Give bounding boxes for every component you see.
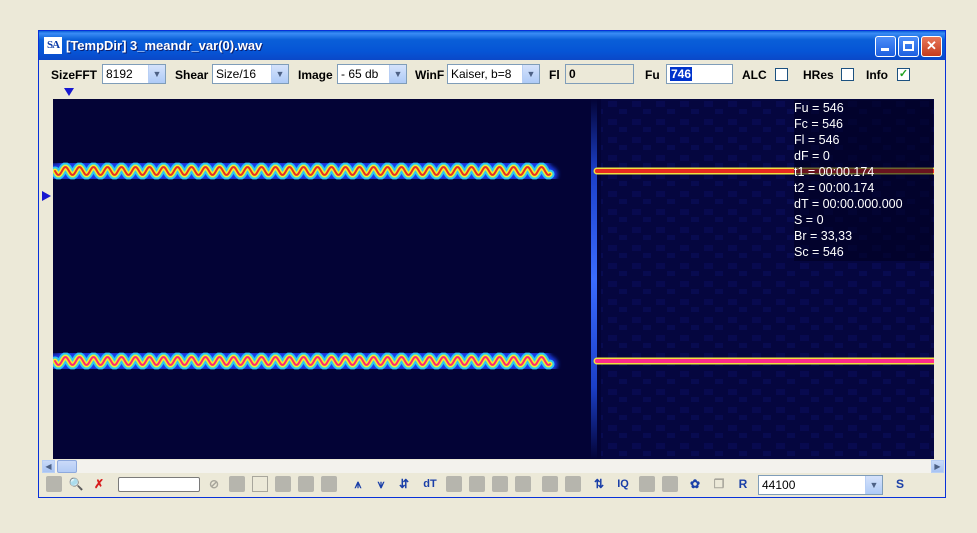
fl-field[interactable]: 0 [565, 64, 634, 84]
settings-toolbar: SizeFFT 8192 ▼ Shear Size/16 ▼ Image - 6… [42, 62, 942, 88]
info-br: Br = 33,33 [794, 229, 853, 243]
dt-button[interactable]: dT [420, 476, 440, 492]
info-sc: Sc = 546 [794, 245, 844, 259]
progress-bar [118, 477, 200, 492]
window-title: [TempDir] 3_meandr_var(0).wav [66, 38, 263, 53]
winf-label: WinF [415, 68, 445, 82]
expand-up-icon[interactable]: ⩚ [350, 476, 366, 492]
check-icon: ✓ [898, 68, 909, 80]
info-s: S = 0 [794, 213, 824, 227]
chevron-down-icon[interactable]: ▼ [865, 476, 882, 494]
info-panel: Fu = 546 Fc = 546 Fl = 546 dF = 0 t1 = 0… [794, 100, 933, 261]
close-icon: ✕ [926, 38, 937, 53]
fl-label: Fl [549, 68, 560, 82]
copy-icon[interactable]: ❐ [711, 476, 727, 492]
winf-select[interactable]: Kaiser, b=8 ▼ [447, 64, 540, 84]
app-icon[interactable]: SA [44, 37, 62, 54]
alc-checkbox[interactable] [775, 68, 788, 81]
info-dt: dT = 00:00.000.000 [794, 197, 903, 211]
swap-icon[interactable]: ⇅ [591, 476, 607, 492]
image-label: Image [298, 68, 333, 82]
image-select[interactable]: - 65 db ▼ [337, 64, 407, 84]
winf-value: Kaiser, b=8 [451, 67, 512, 81]
fl-value: 0 [569, 67, 576, 81]
tool-icon[interactable] [662, 476, 678, 492]
tool-icon[interactable] [515, 476, 531, 492]
signal-lower [53, 349, 934, 373]
close-button[interactable]: ✕ [921, 36, 942, 57]
horizontal-scrollbar[interactable]: ◀ ▶ [42, 460, 944, 473]
info-t2: t2 = 00:00.174 [794, 181, 875, 195]
tool-icon[interactable] [298, 476, 314, 492]
tool-icon[interactable] [321, 476, 337, 492]
minimize-icon [881, 48, 889, 51]
alc-label: ALC [742, 68, 767, 82]
shear-value: Size/16 [216, 67, 257, 81]
zoom-icon[interactable]: 🔍 [68, 476, 84, 492]
main-window: SA [TempDir] 3_meandr_var(0).wav ✕ SizeF… [38, 30, 946, 498]
transient-spike [591, 99, 597, 459]
fu-field[interactable]: 746 [666, 64, 733, 84]
iq-button[interactable]: IQ [614, 476, 632, 492]
info-fl: Fl = 546 [794, 133, 840, 147]
tool-icon[interactable] [542, 476, 558, 492]
chevron-down-icon[interactable]: ▼ [389, 65, 406, 83]
tool-icon[interactable] [229, 476, 245, 492]
tool-icon[interactable] [639, 476, 655, 492]
minimize-button[interactable] [875, 36, 896, 57]
scroll-left-icon[interactable]: ◀ [42, 460, 55, 473]
info-fu: Fu = 546 [794, 101, 844, 115]
recycle-icon[interactable]: ✿ [687, 476, 703, 492]
chevron-down-icon[interactable]: ▼ [148, 65, 165, 83]
compress-icon[interactable]: ⩛ [373, 476, 389, 492]
sizefft-value: 8192 [106, 67, 133, 81]
bottom-toolbar: 🔍 ✗ ⊘ ⩚ ⩛ ⇵ dT ⇅ IQ ✿ ❐ R 44100 ▼ S [42, 474, 944, 496]
chevron-down-icon[interactable]: ▼ [522, 65, 539, 83]
info-t1: t1 = 00:00.174 [794, 165, 875, 179]
image-value: - 65 db [341, 67, 379, 81]
s-button[interactable]: S [892, 476, 908, 492]
shear-select[interactable]: Size/16 ▼ [212, 64, 289, 84]
sizefft-select[interactable]: 8192 ▼ [102, 64, 166, 84]
maximize-icon [903, 41, 914, 51]
hres-checkbox[interactable] [841, 68, 854, 81]
maximize-button[interactable] [898, 36, 919, 57]
info-df: dF = 0 [794, 149, 830, 163]
title-bar[interactable]: SA [TempDir] 3_meandr_var(0).wav ✕ [39, 31, 945, 60]
tool-icon[interactable] [275, 476, 291, 492]
stop-icon[interactable]: ⊘ [206, 476, 222, 492]
tool-icon[interactable] [469, 476, 485, 492]
tool-icon[interactable] [565, 476, 581, 492]
info-checkbox[interactable]: ✓ [897, 68, 910, 81]
time-ruler[interactable] [42, 88, 942, 99]
sizefft-label: SizeFFT [51, 68, 98, 82]
tool-icon[interactable] [446, 476, 462, 492]
frame-icon[interactable] [252, 476, 268, 492]
time-cursor-marker[interactable] [64, 88, 74, 96]
fu-label: Fu [645, 68, 660, 82]
hres-label: HRes [803, 68, 834, 82]
shear-label: Shear [175, 68, 209, 82]
scroll-right-icon[interactable]: ▶ [931, 460, 944, 473]
spectrogram-view[interactable]: Fu = 546 Fc = 546 Fl = 546 dF = 0 t1 = 0… [53, 99, 934, 459]
samplerate-select[interactable]: 44100 ▼ [758, 475, 883, 495]
info-fc: Fc = 546 [794, 117, 843, 131]
expand-icon[interactable]: ⇵ [396, 476, 412, 492]
chevron-down-icon[interactable]: ▼ [271, 65, 288, 83]
fu-value: 746 [670, 67, 693, 81]
page-icon[interactable] [46, 476, 62, 492]
samplerate-value: 44100 [762, 478, 796, 492]
scroll-thumb[interactable] [57, 460, 77, 473]
cancel-icon[interactable]: ✗ [91, 476, 107, 492]
frequency-cursor-marker[interactable] [42, 191, 51, 201]
info-label: Info [866, 68, 888, 82]
tool-icon[interactable] [492, 476, 508, 492]
r-button[interactable]: R [735, 476, 751, 492]
